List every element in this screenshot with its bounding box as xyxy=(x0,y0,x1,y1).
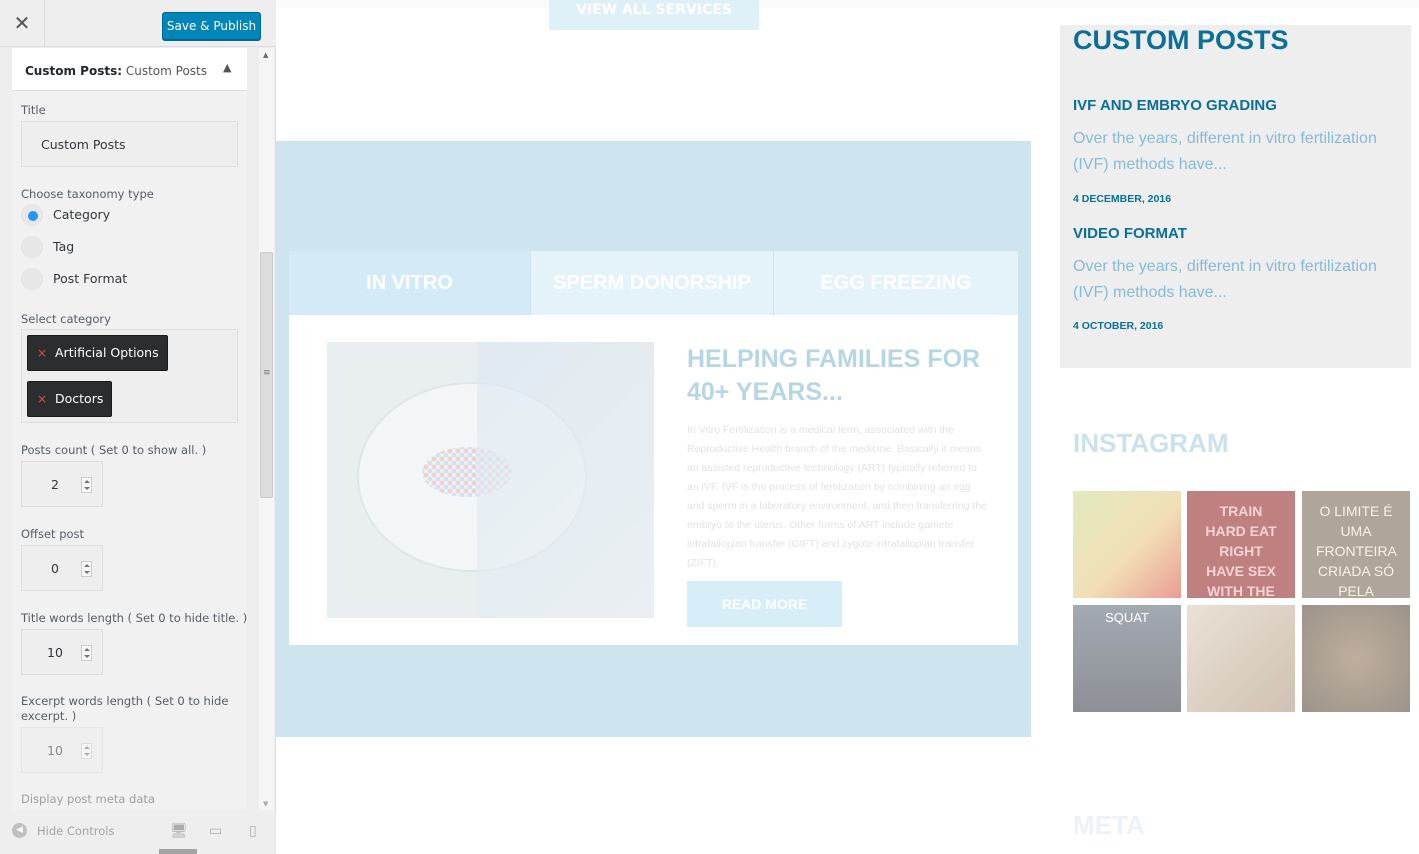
title-words-label: Title words length ( Set 0 to hide title… xyxy=(21,611,247,625)
close-icon[interactable]: ✕ xyxy=(0,0,45,47)
widget-header[interactable]: Custom Posts: Custom Posts ▲ xyxy=(12,48,247,91)
instagram-title: INSTAGRAM xyxy=(1073,428,1229,458)
customizer-header: ✕ Save & Publish xyxy=(0,0,276,47)
service-heading: HELPING FAMILIES FOR 40+ YEARS... xyxy=(687,345,981,406)
scroll-up-icon[interactable]: ▲ xyxy=(263,51,268,59)
tab-in-vitro[interactable]: IN VITRO xyxy=(289,251,530,315)
mobile-icon[interactable]: ▯ xyxy=(249,823,257,839)
excerpt-words-stepper[interactable]: 10 xyxy=(21,727,103,773)
category-select[interactable]: × Artificial Options × Doctors xyxy=(21,329,238,423)
post-title-link[interactable]: IVF AND EMBRYO GRADING xyxy=(1073,97,1277,114)
offset-label: Offset post xyxy=(21,527,85,541)
title-label: Title xyxy=(21,103,46,117)
tab-egg-freezing[interactable]: EGG FREEZING xyxy=(774,251,1018,315)
post-title-link[interactable]: VIDEO FORMAT xyxy=(1073,225,1187,242)
customizer-footer: ◀ Hide Controls 🖥 ▭ ▯ xyxy=(0,811,276,854)
widget-instance-title: Custom Posts xyxy=(125,64,207,78)
instagram-photo[interactable]: SQUAT xyxy=(1073,605,1181,712)
category-chip: × Artificial Options xyxy=(27,335,168,371)
instagram-photo[interactable] xyxy=(1073,491,1181,598)
scroll-thumb[interactable]: ≡ xyxy=(260,252,273,498)
widget-panel: Custom Posts: Custom Posts ▲ Title Custo… xyxy=(12,48,247,810)
hide-controls-button[interactable]: Hide Controls xyxy=(37,824,114,838)
category-label: Select category xyxy=(21,312,111,326)
radio-button-post-format[interactable] xyxy=(21,268,43,290)
desktop-icon[interactable]: 🖥 xyxy=(170,823,188,839)
chip-label: Artificial Options xyxy=(55,345,159,360)
post-date: 4 OCTOBER, 2016 xyxy=(1073,320,1164,332)
read-more-button[interactable]: READ MORE xyxy=(687,581,842,627)
save-publish-button[interactable]: Save & Publish xyxy=(162,12,261,40)
category-chip: × Doctors xyxy=(27,381,113,417)
widget-type: Custom Posts: xyxy=(25,64,123,78)
site-preview: VIEW ALL SERVICES IN VITRO SPERM DONORSH… xyxy=(276,0,1419,854)
service-description: In Vitro Fertilization is a medical term… xyxy=(687,424,988,569)
radio-label-tag: Tag xyxy=(53,239,75,254)
posts-count-label: Posts count ( Set 0 to show all. ) xyxy=(21,443,207,457)
custom-posts-title: CUSTOM POSTS xyxy=(1073,25,1289,55)
stepper-arrows-icon[interactable] xyxy=(81,561,92,577)
collapse-arrow-icon[interactable]: ▲ xyxy=(223,61,231,74)
customizer-sidebar: ✕ Save & Publish Custom Posts: Custom Po… xyxy=(0,0,276,854)
title-words-value: 10 xyxy=(47,645,63,660)
offset-stepper[interactable]: 0 xyxy=(21,545,103,591)
post-date: 4 DECEMBER, 2016 xyxy=(1073,193,1172,205)
tab-sperm-donorship[interactable]: SPERM DONORSHIP xyxy=(531,251,773,315)
instagram-photo[interactable] xyxy=(1187,605,1295,712)
photo-caption: TRAIN HARD EAT RIGHT HAVE SEX WITH THE L… xyxy=(1205,503,1277,598)
instagram-photo[interactable]: O LIMITE É UMA FRONTEIRA CRIADA SÓ PELA … xyxy=(1302,491,1410,598)
stepper-arrows-icon[interactable] xyxy=(81,743,92,759)
panel-scrollbar[interactable]: ▲ ≡ ▼ xyxy=(259,48,274,810)
photo-caption: O LIMITE É UMA FRONTEIRA CRIADA SÓ PELA … xyxy=(1316,503,1397,598)
service-content-card: HELPING FAMILIES FOR 40+ YEARS... In Vit… xyxy=(289,315,1018,645)
radio-button-tag[interactable] xyxy=(21,236,43,258)
stepper-arrows-icon[interactable] xyxy=(81,645,92,661)
stepper-arrows-icon[interactable] xyxy=(81,477,92,493)
widget-title: Custom Posts: Custom Posts xyxy=(25,64,207,78)
gloved-hand xyxy=(477,342,654,618)
chip-label: Doctors xyxy=(55,391,104,406)
instagram-photo[interactable]: TRAIN HARD EAT RIGHT HAVE SEX WITH THE L… xyxy=(1187,491,1295,598)
radio-button-category[interactable] xyxy=(21,204,43,226)
custom-posts-widget: CUSTOM POSTS IVF AND EMBRYO GRADING Over… xyxy=(1060,25,1411,368)
title-words-stepper[interactable]: 10 xyxy=(21,629,103,675)
meta-widget-title: META xyxy=(1073,810,1145,840)
taxonomy-label: Choose taxonomy type xyxy=(21,187,154,201)
services-tabs: IN VITRO SPERM DONORSHIP EGG FREEZING xyxy=(289,251,1018,315)
excerpt-words-label: Excerpt words length ( Set 0 to hide exc… xyxy=(21,694,229,723)
posts-count-stepper[interactable]: 2 xyxy=(21,461,103,507)
radio-label-category: Category xyxy=(53,207,111,222)
scroll-down-icon[interactable]: ▼ xyxy=(263,800,268,808)
hide-controls-icon[interactable]: ◀ xyxy=(12,823,27,838)
grip-icon: ≡ xyxy=(263,368,271,378)
view-all-services-button[interactable]: VIEW ALL SERVICES xyxy=(549,0,759,30)
photo-caption: SQUAT xyxy=(1105,610,1149,625)
excerpt-words-value: 10 xyxy=(47,743,63,758)
title-input[interactable]: Custom Posts xyxy=(21,121,238,167)
radio-label-post-format: Post Format xyxy=(53,271,128,286)
post-excerpt: Over the years, different in vitro ferti… xyxy=(1073,130,1377,173)
remove-chip-icon[interactable]: × xyxy=(37,336,47,370)
remove-chip-icon[interactable]: × xyxy=(37,382,47,416)
offset-value: 0 xyxy=(51,561,59,576)
instagram-photo[interactable] xyxy=(1302,605,1410,712)
posts-count-value: 2 xyxy=(51,477,59,492)
tablet-icon[interactable]: ▭ xyxy=(209,823,222,839)
active-device-indicator xyxy=(159,849,197,854)
lab-petri-dish-image xyxy=(327,342,654,618)
preview-top-band xyxy=(276,0,1419,8)
post-excerpt: Over the years, different in vitro ferti… xyxy=(1073,258,1377,301)
meta-data-label: Display post meta data xyxy=(21,792,155,806)
